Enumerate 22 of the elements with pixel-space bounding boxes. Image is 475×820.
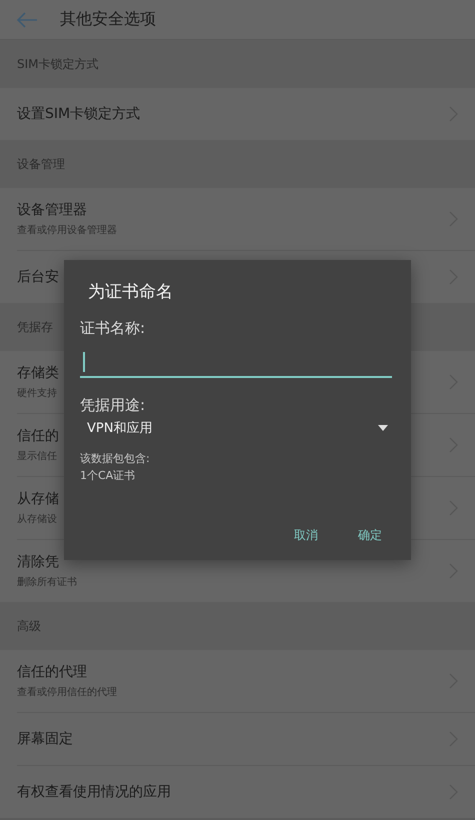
item-title: 后台安 [17, 268, 59, 286]
field-label: 证书名称: [80, 319, 146, 338]
item-subtitle: 显示信任 [17, 450, 58, 463]
item-subtitle: 从存储设 [17, 512, 58, 526]
item-title: 信任的 [17, 427, 59, 445]
item-subtitle: 硬件支持 [17, 386, 58, 400]
info-text: 1个CA证书 [80, 468, 136, 483]
item-title: 设置SIM卡锁定方式 [17, 105, 140, 123]
info-text: 该数据包包含: [80, 451, 151, 466]
item-title: 从存储 [17, 490, 59, 508]
item-title: 设备管理器 [17, 201, 88, 219]
item-title: 存储类 [17, 364, 59, 382]
item-subtitle: 查看或停用设备管理器 [17, 224, 117, 237]
item-title: 屏幕固定 [17, 730, 73, 748]
field-label: 凭据用途: [80, 396, 146, 415]
dialog-title: 为证书命名 [88, 281, 174, 303]
item-subtitle: 删除所有证书 [17, 576, 77, 589]
item-title: 有权查看使用情况的应用 [17, 783, 171, 801]
item-title: 信任的代理 [17, 663, 88, 681]
item-title: 清除凭 [17, 553, 60, 571]
screen-title: 其他安全选项 [60, 9, 156, 30]
item-subtitle: 查看或停用信任的代理 [17, 686, 117, 699]
